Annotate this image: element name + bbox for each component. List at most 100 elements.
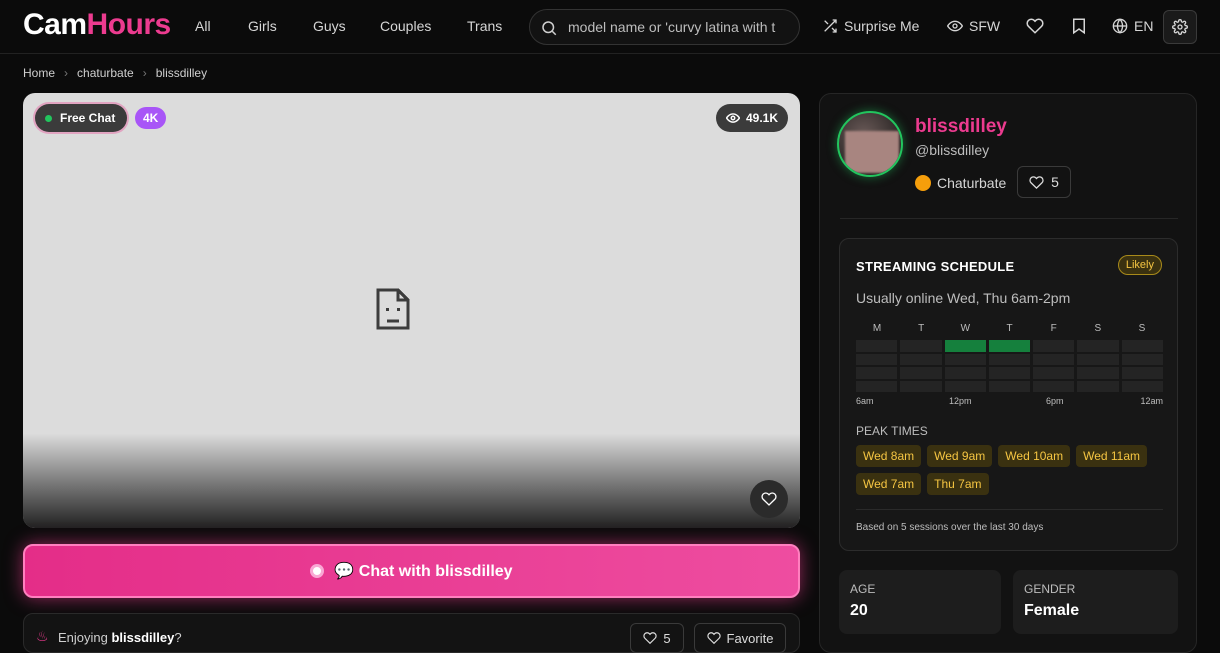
profile-like-count: 5	[1051, 174, 1059, 190]
nav-couples[interactable]: Couples	[380, 18, 431, 34]
chat-button[interactable]: 💬 Chat with blissdilley	[23, 544, 800, 598]
day-column	[856, 340, 898, 392]
peak-time-chip: Wed 10am	[998, 445, 1071, 467]
shuffle-icon	[824, 19, 837, 33]
globe-icon	[1112, 18, 1128, 34]
empty-slot	[1033, 340, 1075, 352]
profile-handle: @blissdilley	[915, 142, 990, 158]
nav-girls[interactable]: Girls	[248, 18, 277, 34]
record-dot-icon	[310, 564, 325, 578]
like-button[interactable]: 5	[630, 623, 684, 653]
search-icon	[542, 21, 557, 36]
chat-button-label: 💬 Chat with blissdilley	[334, 563, 513, 580]
broken-page-icon	[376, 288, 410, 330]
platform-icon	[915, 175, 931, 191]
empty-slot	[944, 380, 986, 392]
day-column	[1121, 340, 1163, 392]
schedule-title: STREAMING SCHEDULE	[856, 259, 1015, 274]
breadcrumb-platform[interactable]: chaturbate	[77, 66, 134, 80]
video-player[interactable]: Free Chat 4K 49.1K	[23, 93, 800, 528]
language-selector[interactable]: EN	[1112, 18, 1153, 34]
day-label: S	[1138, 323, 1146, 334]
empty-slot	[1121, 380, 1163, 392]
site-logo[interactable]: CamHours	[23, 8, 171, 42]
empty-slot	[900, 353, 942, 365]
gender-value: Female	[1024, 602, 1080, 619]
divider	[856, 509, 1163, 510]
heart-icon	[761, 492, 777, 506]
empty-slot	[1033, 353, 1075, 365]
empty-slot	[1077, 353, 1119, 365]
quality-badge: 4K	[135, 107, 167, 129]
chevron-right-icon: ›	[64, 66, 69, 80]
profile-panel: blissdilley @blissdilley Chaturbate 5 ST…	[819, 93, 1197, 653]
profile-like-button[interactable]: 5	[1017, 166, 1071, 198]
peak-time-chip: Wed 7am	[856, 473, 922, 495]
day-column	[944, 340, 986, 392]
search-input[interactable]: model name or 'curvy latina with t	[529, 9, 800, 45]
empty-slot	[1121, 353, 1163, 365]
day-label: M	[872, 323, 882, 334]
nav-guys[interactable]: Guys	[313, 18, 346, 34]
peak-time-chip: Thu 7am	[927, 473, 989, 495]
schedule-footnote: Based on 5 sessions over the last 30 day…	[856, 522, 1044, 533]
favorite-button[interactable]	[750, 480, 788, 518]
empty-slot	[856, 353, 898, 365]
schedule-day-labels: MTWTFSS	[856, 323, 1163, 334]
day-column	[1033, 340, 1075, 392]
top-bar: CamHours All Girls Guys Couples Trans mo…	[0, 0, 1220, 54]
empty-slot	[900, 340, 942, 352]
heart-icon[interactable]	[1026, 17, 1044, 35]
sfw-toggle[interactable]: SFW	[947, 18, 1000, 34]
favorite-label: Favorite	[726, 630, 774, 646]
empty-slot	[900, 367, 942, 379]
viewer-count: 49.1K	[745, 111, 778, 125]
nav-trans[interactable]: Trans	[467, 18, 502, 34]
empty-slot	[856, 367, 898, 379]
day-column	[900, 340, 942, 392]
schedule-heatmap: M T W T F S S 6am 12pm 6pm 12am	[856, 323, 1163, 408]
logo-text-b: Hours	[86, 8, 172, 41]
day-column	[988, 340, 1031, 392]
empty-slot	[1033, 380, 1075, 392]
sfw-label: SFW	[969, 18, 1001, 34]
like-count: 5	[663, 630, 671, 646]
logo-text-a: Cam	[23, 8, 87, 41]
schedule-hour-labels: 6am 12pm 6pm 12am	[856, 396, 1163, 408]
avatar-blurred-image	[845, 131, 899, 173]
settings-button[interactable]	[1163, 10, 1197, 44]
flame-icon: ♨	[36, 628, 49, 644]
eye-icon	[725, 113, 740, 123]
nav-all[interactable]: All	[195, 18, 211, 34]
gender-label: GENDER	[1024, 582, 1076, 596]
empty-slot	[988, 353, 1031, 365]
day-label: W	[960, 323, 971, 334]
empty-slot	[1077, 367, 1119, 379]
empty-slot	[988, 380, 1031, 392]
empty-slot	[944, 353, 986, 365]
day-label: F	[1050, 323, 1057, 334]
schedule-columns	[856, 340, 1163, 392]
active-slot	[944, 340, 986, 352]
empty-slot	[1033, 367, 1075, 379]
peak-times-heading: PEAK TIMES	[856, 424, 928, 438]
empty-slot	[856, 340, 898, 352]
platform-tag[interactable]: Chaturbate	[915, 175, 1006, 191]
breadcrumb-home[interactable]: Home	[23, 66, 55, 80]
chevron-right-icon: ›	[142, 66, 147, 80]
empty-slot	[1121, 367, 1163, 379]
favorite-text-button[interactable]: Favorite	[694, 623, 786, 653]
divider	[840, 218, 1178, 219]
hour-label: 12pm	[949, 396, 972, 406]
active-slot	[988, 340, 1031, 352]
bookmark-icon[interactable]	[1070, 17, 1088, 35]
video-gradient	[23, 433, 800, 528]
peak-time-chip: Wed 8am	[856, 445, 922, 467]
surprise-me-button[interactable]: Surprise Me	[822, 18, 919, 34]
profile-name[interactable]: blissdilley	[915, 116, 1007, 138]
day-label: T	[918, 323, 925, 334]
hour-label: 6pm	[1046, 396, 1064, 406]
search-placeholder: model name or 'curvy latina with t	[568, 19, 776, 35]
streaming-schedule-card: STREAMING SCHEDULE Likely Usually online…	[839, 238, 1178, 551]
likely-badge: Likely	[1117, 255, 1162, 275]
